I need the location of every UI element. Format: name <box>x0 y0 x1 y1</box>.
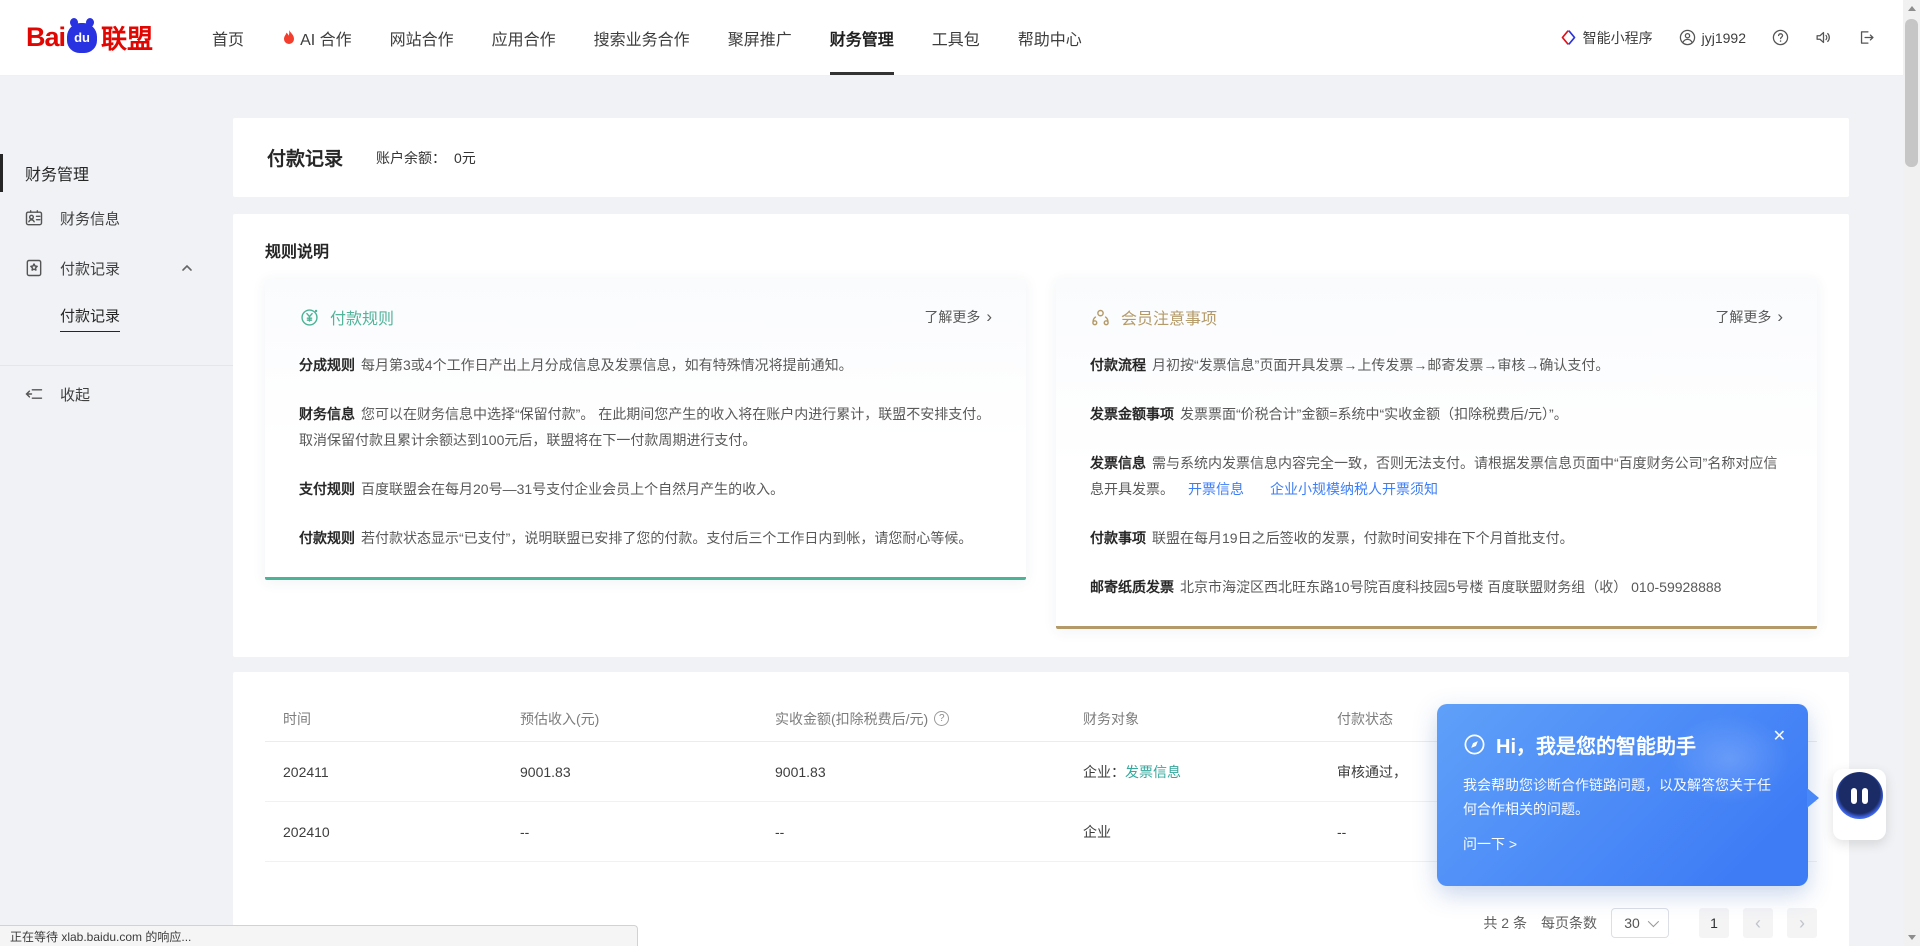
pagination-total: 共 2 条 <box>1483 913 1527 933</box>
logout-button[interactable] <box>1858 29 1875 46</box>
user-account[interactable]: jyj1992 <box>1679 29 1746 46</box>
sidebar-subitem-payment-records[interactable]: 付款记录 <box>0 293 233 343</box>
main-nav: 首页 AI 合作 网站合作 应用合作 搜索业务合作 聚屏推广 财务管理 工具包 … <box>193 0 1101 75</box>
question-circle-icon <box>1772 29 1789 46</box>
speaker-icon <box>1815 29 1832 46</box>
col-header-finance-object: 财务对象 <box>1065 709 1319 729</box>
nav-item-app-cooperation[interactable]: 应用合作 <box>492 0 556 75</box>
assistant-message: 我会帮助您诊断合作链路问题，以及解答您关于任何合作相关的问题。 <box>1463 773 1782 821</box>
invoice-info-link[interactable]: 开票信息 <box>1188 481 1244 497</box>
member-notes-title: 会员注意事项 <box>1121 305 1217 329</box>
cell-received: 9001.83 <box>757 764 1065 780</box>
chevron-down-icon <box>1648 916 1659 927</box>
nav-item-search-cooperation[interactable]: 搜索业务合作 <box>594 0 690 75</box>
sidebar-item-payment-records[interactable]: 付款记录 <box>0 243 233 293</box>
page-title: 付款记录 <box>267 144 343 171</box>
flame-icon <box>282 30 296 46</box>
pagination-per-page-label: 每页条数 <box>1541 913 1597 933</box>
member-notes-card: 会员注意事项 了解更多 付款流程月初按“发票信息”页面开具发票→上传发票→邮寄发… <box>1056 279 1817 629</box>
scrollbar-thumb[interactable] <box>1905 19 1918 167</box>
sound-button[interactable] <box>1815 29 1832 46</box>
help-button[interactable] <box>1772 29 1789 46</box>
id-card-icon <box>24 208 44 228</box>
rule-item-payment-rule: 付款规则若付款状态显示“已支付”，说明联盟已安排了您的付款。支付后三个工作日内到… <box>299 525 992 551</box>
logout-icon <box>1858 29 1875 46</box>
compass-icon <box>1463 733 1486 756</box>
nav-item-website-cooperation[interactable]: 网站合作 <box>390 0 454 75</box>
cell-time: 202411 <box>265 764 502 780</box>
next-page-button[interactable] <box>1787 908 1817 938</box>
payment-rules-more-link[interactable]: 了解更多 <box>924 307 992 327</box>
sidebar-item-finance-info[interactable]: 财务信息 <box>0 193 233 243</box>
nav-item-toolkit[interactable]: 工具包 <box>932 0 980 75</box>
member-notes-more-link[interactable]: 了解更多 <box>1715 307 1783 327</box>
payment-rules-card: 付款规则 了解更多 分成规则每月第3或4个工作日产出上月分成信息及发票信息，如有… <box>265 279 1026 580</box>
cell-received: -- <box>757 824 1065 840</box>
invoice-detail-link[interactable]: 发票信息 <box>1125 764 1181 780</box>
browser-status-bar: 正在等待 xlab.baidu.com 的响应... <box>0 925 638 946</box>
assistant-title: Hi，我是您的智能助手 <box>1496 730 1696 759</box>
assistant-launcher[interactable] <box>1833 769 1886 840</box>
badge-star-icon <box>24 258 44 278</box>
rule-item-share-rule: 分成规则每月第3或4个工作日产出上月分成信息及发票信息，如有特殊情况将提前通知。 <box>299 352 992 378</box>
small-taxpayer-guide-link[interactable]: 企业小规模纳税人开票须知 <box>1270 481 1438 497</box>
baidu-paw-icon: du <box>67 23 97 53</box>
cell-estimated: -- <box>502 824 757 840</box>
user-icon <box>1679 29 1696 46</box>
rule-item-payment-flow: 付款流程月初按“发票信息”页面开具发票→上传发票→邮寄发票→审核→确认支付。 <box>1090 352 1783 378</box>
scroll-down-arrow[interactable] <box>1903 929 1920 946</box>
page-header-card: 付款记录 账户余额：0元 <box>233 118 1849 197</box>
yuan-circle-icon <box>299 307 320 328</box>
scroll-up-arrow[interactable] <box>1903 0 1920 17</box>
col-header-time: 时间 <box>265 709 502 729</box>
col-header-estimated-income: 预估收入(元) <box>502 709 757 729</box>
group-icon <box>1090 307 1111 328</box>
rule-item-mail-invoice: 邮寄纸质发票北京市海淀区西北旺东路10号院百度科技园5号楼 百度联盟财务组（收）… <box>1090 574 1783 600</box>
nav-item-help-center[interactable]: 帮助中心 <box>1018 0 1082 75</box>
miniapp-diamond-icon <box>1560 29 1577 46</box>
rule-item-invoice-info: 发票信息需与系统内发票信息内容完全一致，否则无法支付。请根据发票信息页面中“百度… <box>1090 450 1783 502</box>
close-icon[interactable]: ✕ <box>1773 726 1786 746</box>
rules-section-title: 规则说明 <box>265 238 1817 262</box>
cell-estimated: 9001.83 <box>502 764 757 780</box>
assistant-popup: Hi，我是您的智能助手 ✕ 我会帮助您诊断合作链路问题，以及解答您关于任何合作相… <box>1437 704 1808 886</box>
rule-item-invoice-amount: 发票金额事项发票票面“价税合计”金额=系统中“实收金额（扣除税费后/元）”。 <box>1090 401 1783 427</box>
sidebar-collapse-button[interactable]: 收起 <box>0 366 233 422</box>
baidu-union-logo[interactable]: Bai du 联盟 <box>26 19 153 56</box>
rule-item-payment-notes: 付款事项联盟在每月19日之后签收的发票，付款时间安排在下个月首批支付。 <box>1090 525 1783 551</box>
prev-page-button[interactable] <box>1743 908 1773 938</box>
rules-card: 规则说明 付款规则 了解更多 分成规则每月第3或4个工作日产出上月分成信息及发票… <box>233 214 1849 657</box>
page-number-1[interactable]: 1 <box>1699 908 1729 938</box>
smart-miniapp-entry[interactable]: 智能小程序 <box>1560 28 1653 48</box>
help-icon[interactable]: ? <box>934 711 949 726</box>
collapse-arrow-icon <box>24 384 44 404</box>
page-scrollbar[interactable] <box>1903 0 1920 946</box>
nav-item-home[interactable]: 首页 <box>212 0 244 75</box>
robot-icon <box>1836 772 1883 819</box>
logo-text-union: 联盟 <box>101 19 153 56</box>
logo-text-bai: Bai <box>26 22 65 53</box>
account-balance-value: 0元 <box>454 150 476 166</box>
cell-finance-object: 企业 <box>1065 822 1319 842</box>
cell-time: 202410 <box>265 824 502 840</box>
sidebar-section-finance-management: 财务管理 <box>0 153 233 193</box>
rule-item-pay-rule: 支付规则百度联盟会在每月20号—31号支付企业会员上个自然月产生的收入。 <box>299 476 992 502</box>
chevron-up-icon <box>181 262 193 274</box>
ask-now-link[interactable]: 问一下 > <box>1463 834 1517 854</box>
sidebar: 财务管理 财务信息 付款记录 付款记录 收起 <box>0 76 233 946</box>
payment-rules-title: 付款规则 <box>330 305 394 329</box>
nav-item-finance-management[interactable]: 财务管理 <box>830 0 894 75</box>
account-balance: 账户余额：0元 <box>376 148 476 168</box>
nav-item-screen-promotion[interactable]: 聚屏推广 <box>728 0 792 75</box>
per-page-select[interactable]: 30 <box>1611 908 1669 938</box>
cell-finance-object: 企业：发票信息 <box>1065 762 1319 782</box>
header-right-cluster: 智能小程序 jyj1992 <box>1560 28 1875 48</box>
col-header-received-amount: 实收金额(扣除税费后/元)? <box>757 709 1065 729</box>
top-header: Bai du 联盟 首页 AI 合作 网站合作 应用合作 搜索业务合作 聚屏推广… <box>0 0 1903 76</box>
rule-item-finance-info: 财务信息您可以在财务信息中选择“保留付款”。 在此期间您产生的收入将在账户内进行… <box>299 401 992 453</box>
nav-item-ai-cooperation[interactable]: AI 合作 <box>282 0 352 75</box>
